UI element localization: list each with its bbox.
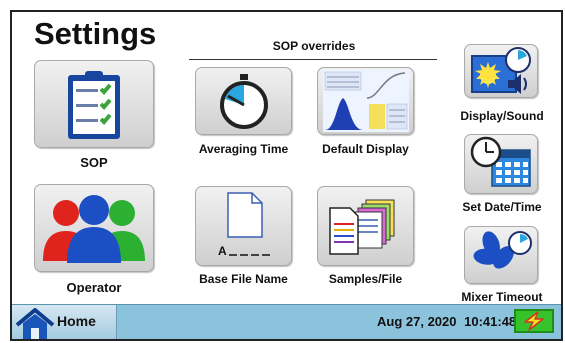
stopwatch-icon: [219, 74, 268, 129]
samples-file-button[interactable]: [317, 186, 414, 266]
stacked-files-icon: [328, 199, 394, 255]
histogram-display-icon: [322, 70, 409, 132]
status-bar: Home Aug 27, 2020 10:41:48: [12, 304, 561, 339]
page-title: Settings: [34, 16, 157, 51]
sop-overrides-divider: [189, 59, 437, 60]
base-file-name-button[interactable]: A: [195, 186, 292, 266]
sop-button[interactable]: [34, 60, 154, 148]
display-sound-icon: [471, 47, 531, 94]
file-name-icon: A: [218, 192, 270, 258]
mixer-timeout-label: Mixer Timeout: [461, 290, 543, 304]
display-sound-label: Display/Sound: [460, 109, 544, 123]
home-label: Home: [57, 313, 96, 329]
samples-file-label: Samples/File: [328, 272, 403, 286]
averaging-time-label: Averaging Time: [198, 142, 289, 156]
clipboard-checklist-icon: [68, 71, 120, 139]
default-display-label: Default Display: [322, 142, 409, 156]
power-button[interactable]: [514, 309, 554, 333]
fan-timer-icon: [473, 231, 532, 269]
datetime-display: Aug 27, 2020 10:41:48: [377, 314, 516, 329]
home-icon: [15, 308, 55, 339]
power-lightning-icon: [524, 311, 544, 331]
default-display-button[interactable]: [317, 67, 414, 135]
operator-button[interactable]: [34, 184, 154, 272]
sop-label: SOP: [80, 155, 108, 170]
home-button[interactable]: Home: [12, 305, 117, 339]
svg-text:A: A: [218, 244, 227, 258]
display-sound-button[interactable]: [464, 44, 538, 98]
settings-screen: Settings SOP overrides SOP Operator Aver…: [10, 10, 563, 341]
mixer-timeout-button[interactable]: [464, 226, 538, 284]
clock-calendar-icon: [470, 136, 531, 187]
base-file-name-label: Base File Name: [199, 272, 288, 286]
users-group-icon: [43, 195, 145, 263]
set-date-time-button[interactable]: [464, 134, 538, 194]
sop-overrides-title: SOP overrides: [272, 39, 356, 53]
time-text: 10:41:48: [464, 314, 517, 329]
date-text: Aug 27, 2020: [377, 314, 457, 329]
operator-label: Operator: [66, 280, 122, 295]
set-date-time-label: Set Date/Time: [462, 200, 542, 214]
averaging-time-button[interactable]: [195, 67, 292, 135]
